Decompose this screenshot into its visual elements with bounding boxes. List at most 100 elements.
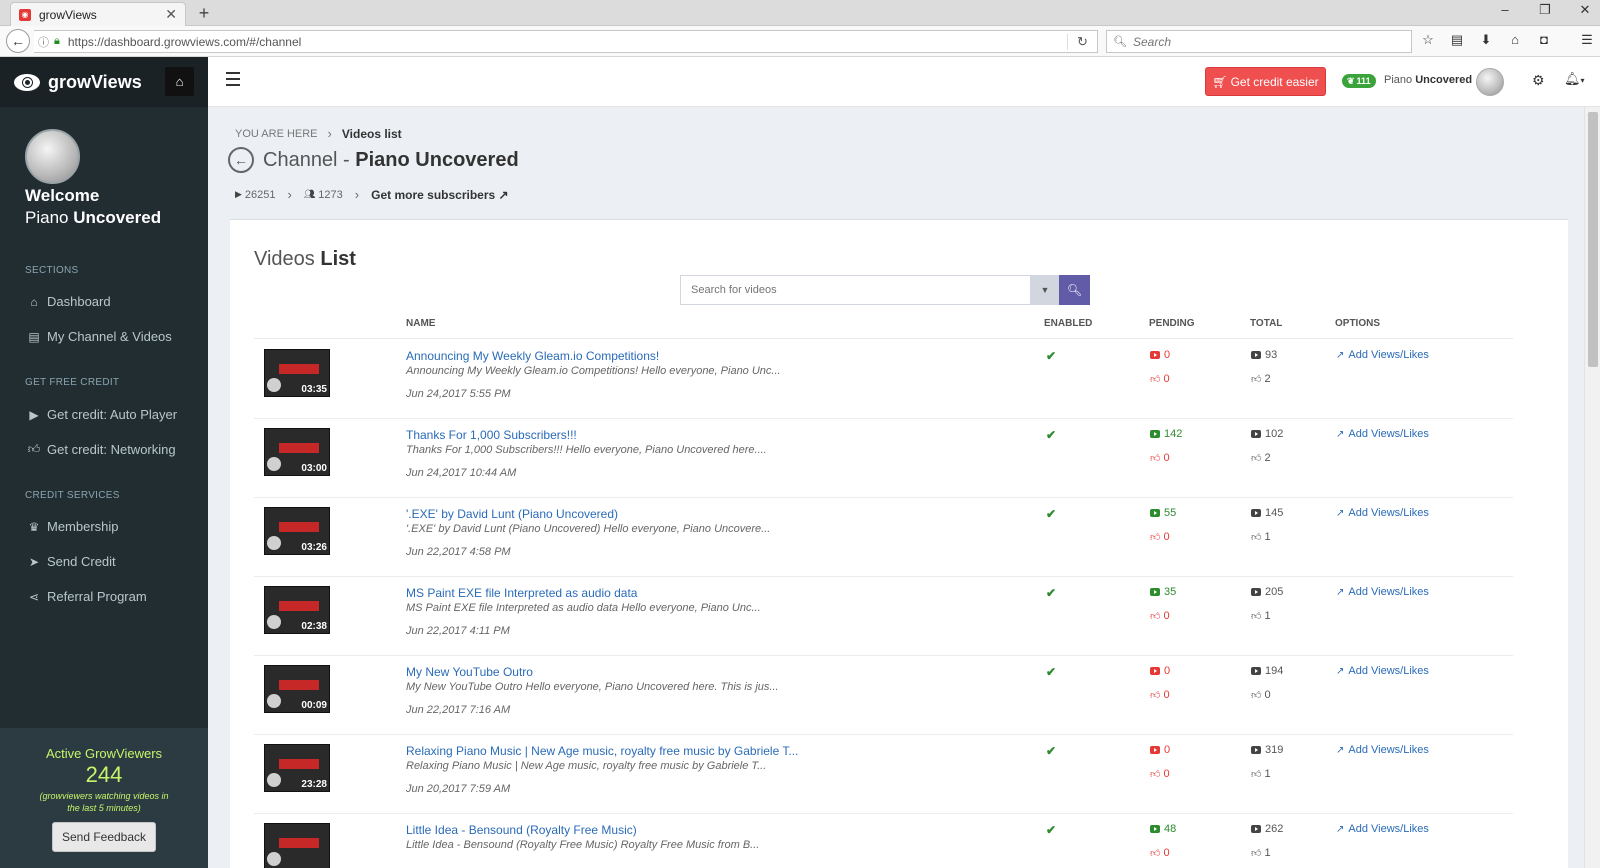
thumbnail-banner [279, 601, 319, 611]
url-text[interactable]: https://dashboard.growviews.com/#/channe… [68, 35, 1067, 49]
video-date: Jun 24,2017 5:55 PM [406, 388, 511, 400]
download-icon[interactable]: ⬇ [1478, 32, 1494, 48]
thumbs-up-icon: 👍︎ [1251, 374, 1262, 385]
pocket-icon[interactable]: ◘ [1536, 32, 1552, 48]
add-views-likes-link[interactable]: ↗ Add Views/Likes [1336, 823, 1429, 835]
video-title-link[interactable]: My New YouTube Outro [406, 665, 533, 679]
hamburger-menu-icon[interactable] [226, 72, 240, 90]
info-icon[interactable]: ⓘ [38, 34, 49, 50]
sidebar-item-label: Get credit: Auto Player [47, 407, 178, 422]
address-bar[interactable]: ⓘ 🔒︎ https://dashboard.growviews.com/#/c… [34, 30, 1098, 53]
browser-search-bar[interactable]: 🔍︎ [1106, 30, 1412, 53]
section-header-sections: SECTIONS [25, 265, 79, 276]
add-views-likes-label: Add Views/Likes [1348, 665, 1429, 677]
sidebar-item-send-credit[interactable]: ➤ Send Credit [27, 554, 116, 569]
bookmark-star-icon[interactable]: ☆ [1420, 32, 1436, 48]
pending-views: 0 [1150, 744, 1170, 756]
stats-separator: › [354, 187, 360, 202]
sidebar-item-referral[interactable]: ⋖ Referral Program [27, 589, 147, 604]
minimize-icon[interactable]: – [1498, 2, 1512, 18]
add-views-likes-link[interactable]: ↗ Add Views/Likes [1336, 507, 1429, 519]
get-credit-button[interactable]: 🛒︎ Get credit easier [1205, 67, 1326, 96]
video-title-link[interactable]: '.EXE' by David Lunt (Piano Uncovered) [406, 507, 618, 521]
table-row: 02:38 MS Paint EXE file Interpreted as a… [254, 577, 1513, 656]
sidebar-item-auto-player[interactable]: ▶ Get credit: Auto Player [27, 407, 177, 422]
lock-icon[interactable]: 🔒︎ [54, 35, 60, 48]
caret-down-icon[interactable]: ▼ [1031, 275, 1059, 305]
page-scrollbar[interactable] [1584, 107, 1600, 868]
browser-search-input[interactable] [1132, 34, 1393, 49]
sidebar-item-dashboard[interactable]: ⌂ Dashboard [27, 294, 111, 309]
browser-tab[interactable]: ◉ growViews ✕ [10, 2, 186, 26]
video-description: Relaxing Piano Music | New Age music, ro… [406, 760, 767, 772]
video-title-link[interactable]: Thanks For 1,000 Subscribers!!! [406, 428, 577, 442]
video-title-link[interactable]: MS Paint EXE file Interpreted as audio d… [406, 586, 637, 600]
channel-subscribers: 1273 [318, 188, 343, 201]
search-button[interactable]: 🔍︎ [1059, 275, 1090, 305]
video-title-link[interactable]: Announcing My Weekly Gleam.io Competitio… [406, 349, 659, 363]
thumbs-up-icon: 👍︎ [1150, 611, 1161, 622]
new-tab-icon[interactable]: + [194, 3, 214, 24]
external-link-icon: ↗ [1336, 507, 1345, 519]
add-views-likes-link[interactable]: ↗ Add Views/Likes [1336, 586, 1429, 598]
video-icon: ▶ [235, 189, 242, 199]
add-views-likes-label: Add Views/Likes [1348, 507, 1429, 519]
user-menu[interactable]: Piano Uncovered [1384, 74, 1472, 86]
active-viewers-note-line-2: the last 5 minutes) [67, 803, 141, 813]
thumbnail-logo [267, 378, 281, 392]
home-button[interactable]: ⌂ [165, 67, 194, 96]
total-likes: 👍︎ 1 [1251, 531, 1271, 543]
total-views-value: 93 [1265, 349, 1278, 361]
send-feedback-button[interactable]: Send Feedback [52, 822, 156, 852]
reload-icon[interactable]: ↻ [1067, 33, 1097, 50]
add-views-likes-link[interactable]: ↗ Add Views/Likes [1336, 744, 1429, 756]
sidebar-item-networking[interactable]: 👍︎ Get credit: Networking [27, 442, 176, 457]
external-link-icon: ↗ [1336, 665, 1345, 677]
sidebar-item-my-channel[interactable]: ▤ My Channel & Videos [27, 329, 171, 344]
sidebar-item-label: Dashboard [47, 294, 111, 309]
cart-icon: 🛒︎ [1212, 74, 1228, 89]
total-likes: 👍︎ 1 [1251, 847, 1271, 859]
close-window-icon[interactable]: ✕ [1578, 2, 1592, 18]
video-thumbnail[interactable]: 03:35 [264, 349, 330, 397]
bell-icon[interactable]: 🔔︎▾ [1564, 71, 1585, 87]
pending-views-value: 142 [1164, 428, 1183, 440]
breadcrumb-current: Videos list [341, 126, 402, 141]
video-thumbnail[interactable]: 02:38 [264, 586, 330, 634]
thumbs-up-icon: 👍︎ [1150, 532, 1161, 543]
restore-icon[interactable]: ❐ [1538, 2, 1552, 18]
gear-icon[interactable]: ⚙ [1532, 72, 1545, 89]
video-thumbnail[interactable]: 03:00 [264, 428, 330, 476]
menu-icon[interactable]: ☰ [1579, 32, 1595, 48]
top-avatar[interactable] [1476, 68, 1504, 96]
add-views-likes-label: Add Views/Likes [1348, 744, 1429, 756]
video-thumbnail[interactable] [264, 823, 330, 868]
video-search-input[interactable] [680, 275, 1031, 305]
external-link-icon: ↗ [1336, 586, 1345, 598]
sidebar: growViews ⌂ Welcome Piano Uncovered SECT… [0, 57, 208, 868]
back-arrow-icon[interactable]: ← [228, 147, 254, 173]
add-views-likes-link[interactable]: ↗ Add Views/Likes [1336, 665, 1429, 677]
video-thumbnail[interactable]: 23:28 [264, 744, 330, 792]
add-views-likes-link[interactable]: ↗ Add Views/Likes [1336, 349, 1429, 361]
external-link-icon: ↗ [1336, 823, 1345, 835]
video-thumbnail[interactable]: 03:26 [264, 507, 330, 555]
pending-likes: 👍︎ 0 [1150, 689, 1170, 701]
table-row: 03:26 '.EXE' by David Lunt (Piano Uncove… [254, 498, 1513, 577]
close-tab-icon[interactable]: ✕ [165, 6, 177, 23]
total-views-value: 102 [1265, 428, 1284, 440]
home-icon[interactable]: ⌂ [1507, 32, 1523, 48]
breadcrumb: YOU ARE HERE › Videos list [235, 126, 402, 141]
get-more-subscribers-link[interactable]: Get more subscribers ↗ [371, 188, 508, 202]
thumbs-up-icon: 👍︎ [1251, 611, 1262, 622]
video-title-link[interactable]: Little Idea - Bensound (Royalty Free Mus… [406, 823, 637, 837]
sidebar-item-membership[interactable]: ♛ Membership [27, 519, 119, 534]
video-thumbnail[interactable]: 00:09 [264, 665, 330, 713]
active-viewers-title: Active GrowViewers [45, 746, 163, 761]
add-views-likes-label: Add Views/Likes [1348, 823, 1429, 835]
video-title-link[interactable]: Relaxing Piano Music | New Age music, ro… [406, 744, 798, 758]
browser-back-icon[interactable]: ← [6, 29, 30, 53]
add-views-likes-link[interactable]: ↗ Add Views/Likes [1336, 428, 1429, 440]
scrollbar-thumb[interactable] [1588, 112, 1598, 367]
bookmarks-list-icon[interactable]: ▤ [1449, 32, 1465, 48]
